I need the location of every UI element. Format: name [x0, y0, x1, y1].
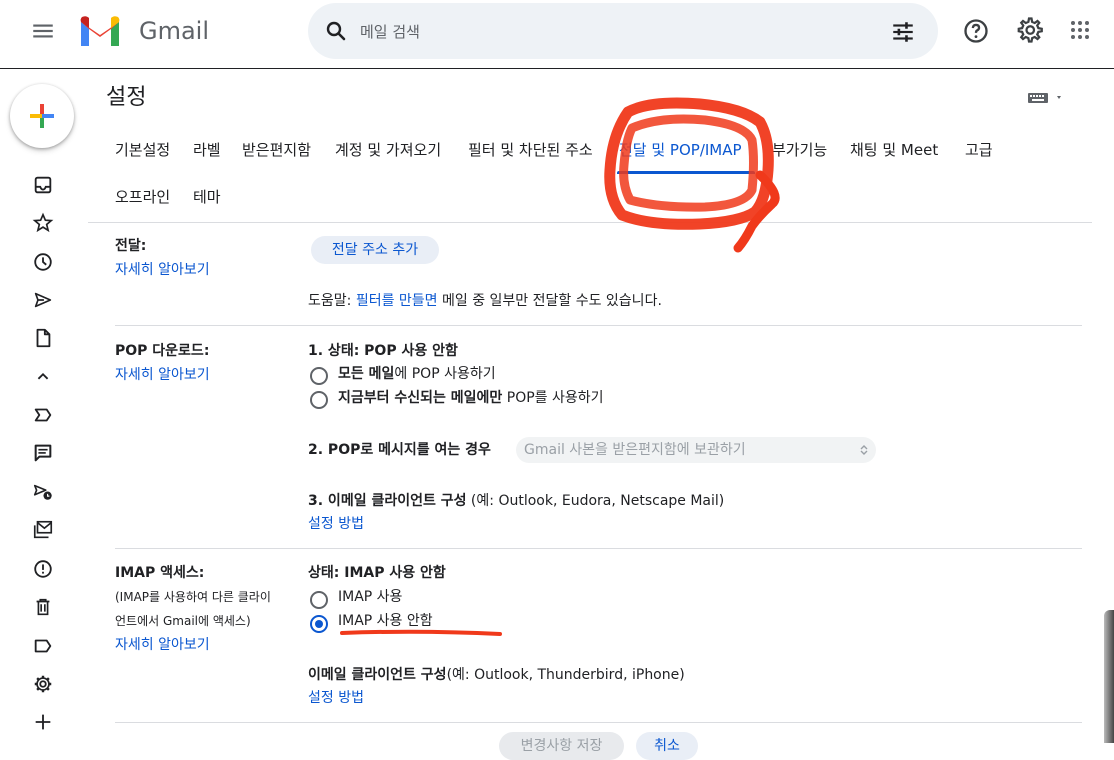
option2-bold: 지금부터 수신되는 메일에만	[338, 390, 503, 406]
active-tab-indicator	[617, 171, 755, 174]
search-bar[interactable]	[308, 3, 938, 59]
section-divider	[115, 548, 1082, 549]
tab-chat-meet[interactable]: 채팅 및 Meet	[850, 140, 938, 160]
option1-rest: 에 POP 사용하기	[394, 366, 496, 382]
add-icon[interactable]	[32, 711, 54, 733]
pop-client-bold: 3. 이메일 클라이언트 구성	[308, 493, 467, 509]
menu-icon[interactable]	[30, 18, 56, 44]
pop-setup-link[interactable]: 설정 방법	[308, 514, 364, 534]
gmail-brand-text[interactable]: Gmail	[139, 14, 209, 48]
trash-icon[interactable]	[32, 596, 54, 618]
gear-icon[interactable]	[1014, 15, 1044, 45]
pop-status: 1. 상태: POP 사용 안함	[308, 343, 458, 359]
search-icon[interactable]	[324, 19, 348, 43]
annotation-underline	[340, 629, 502, 636]
spam-icon[interactable]	[32, 558, 54, 580]
star-icon[interactable]	[32, 212, 54, 234]
imap-setup-link[interactable]: 설정 방법	[308, 688, 364, 708]
pop-client-rest: (예: Outlook, Eudora, Netscape Mail)	[466, 493, 725, 509]
pop-when-label: 2. POP로 메시지를 여는 경우	[308, 442, 491, 458]
pop-new-mail-radio[interactable]	[310, 391, 328, 409]
label-icon[interactable]	[32, 635, 54, 657]
draft-icon[interactable]	[32, 327, 54, 349]
tab-offline[interactable]: 오프라인	[115, 187, 170, 207]
keyboard-icon[interactable]	[1028, 90, 1066, 104]
imap-client-bold: 이메일 클라이언트 구성	[308, 667, 447, 683]
pop-action-select[interactable]: Gmail 사본을 받은편지함에 보관하기	[516, 437, 876, 463]
manage-labels-icon[interactable]	[32, 673, 54, 695]
imap-disable-label[interactable]: IMAP 사용 안함	[338, 611, 433, 631]
compose-plus-icon	[30, 104, 54, 128]
annotation-scribble	[604, 97, 774, 230]
pop-action-select-value: Gmail 사본을 받은편지함에 보관하기	[524, 442, 746, 458]
tab-inbox[interactable]: 받은편지함	[242, 140, 311, 160]
tab-accounts[interactable]: 계정 및 가져오기	[335, 140, 441, 160]
pop-download-label: POP 다운로드:	[115, 343, 210, 359]
help-icon[interactable]	[962, 17, 990, 45]
pop-all-mail-radio[interactable]	[310, 367, 328, 385]
option1-bold: 모든 메일	[338, 366, 395, 382]
pop-new-mail-label[interactable]: 지금부터 수신되는 메일에만 POP를 사용하기	[338, 388, 604, 408]
help-prefix: 도움말:	[308, 293, 356, 309]
create-filter-link[interactable]: 필터를 만들면	[356, 293, 438, 309]
device-edge	[1104, 610, 1114, 743]
forwarding-help-text: 도움말: 필터를 만들면 메일 중 일부만 전달할 수도 있습니다.	[308, 291, 662, 311]
forwarding-label: 전달:	[115, 238, 147, 254]
save-changes-button[interactable]: 변경사항 저장	[499, 732, 624, 760]
compose-button[interactable]	[10, 84, 74, 148]
imap-description-line2: 언트에서 Gmail에 액세스)	[115, 614, 251, 628]
send-icon[interactable]	[32, 289, 54, 311]
imap-enable-label[interactable]: IMAP 사용	[338, 587, 402, 607]
tab-general[interactable]: 기본설정	[115, 140, 170, 160]
gmail-logo[interactable]	[78, 14, 122, 48]
tab-forwarding-pop-imap[interactable]: 전달 및 POP/IMAP	[619, 140, 742, 160]
pop-learn-more-link[interactable]: 자세히 알아보기	[115, 365, 210, 385]
tab-addons[interactable]: 부가기능	[772, 140, 827, 160]
imap-access-label: IMAP 액세스:	[115, 565, 205, 581]
add-forwarding-address-button[interactable]: 전달 주소 추가	[311, 236, 439, 264]
tab-labels[interactable]: 라벨	[193, 140, 221, 160]
forwarding-learn-more-link[interactable]: 자세히 알아보기	[115, 260, 210, 280]
imap-description-line1: (IMAP를 사용하여 다른 클라이	[115, 590, 271, 604]
top-app-bar: Gmail	[0, 0, 1114, 69]
all-mail-icon[interactable]	[32, 519, 54, 541]
inbox-icon[interactable]	[32, 174, 54, 196]
pop-all-mail-label[interactable]: 모든 메일에 POP 사용하기	[338, 364, 496, 384]
help-suffix: 메일 중 일부만 전달할 수도 있습니다.	[437, 293, 662, 309]
tab-advanced[interactable]: 고급	[965, 140, 993, 160]
tune-icon[interactable]	[890, 19, 916, 45]
tabs-divider	[88, 222, 1092, 223]
cancel-button[interactable]: 취소	[636, 732, 698, 760]
imap-disable-radio[interactable]	[310, 615, 328, 633]
imap-learn-more-link[interactable]: 자세히 알아보기	[115, 635, 210, 655]
chat-icon[interactable]	[32, 442, 54, 464]
annotation-scribble-inner	[619, 114, 758, 212]
pop-client-config: 3. 이메일 클라이언트 구성 (예: Outlook, Eudora, Net…	[308, 491, 724, 511]
annotation-tail	[733, 170, 780, 253]
page-title: 설정	[106, 85, 147, 110]
apps-icon[interactable]	[1068, 18, 1092, 42]
important-icon[interactable]	[32, 404, 54, 426]
imap-client-rest: (예: Outlook, Thunderbird, iPhone)	[446, 667, 685, 683]
imap-client-config: 이메일 클라이언트 구성(예: Outlook, Thunderbird, iP…	[308, 665, 685, 685]
clock-icon[interactable]	[32, 251, 54, 273]
chevron-up-icon[interactable]	[32, 366, 54, 388]
section-divider	[115, 722, 1082, 723]
tab-themes[interactable]: 테마	[193, 187, 221, 207]
imap-status: 상태: IMAP 사용 안함	[308, 565, 446, 581]
scheduled-icon[interactable]	[32, 481, 54, 503]
section-divider	[115, 325, 1082, 326]
option2-rest: POP를 사용하기	[502, 390, 604, 406]
imap-enable-radio[interactable]	[310, 591, 328, 609]
search-input[interactable]	[358, 11, 862, 53]
tab-filters[interactable]: 필터 및 차단된 주소	[468, 140, 593, 160]
select-arrows-icon	[860, 445, 868, 455]
